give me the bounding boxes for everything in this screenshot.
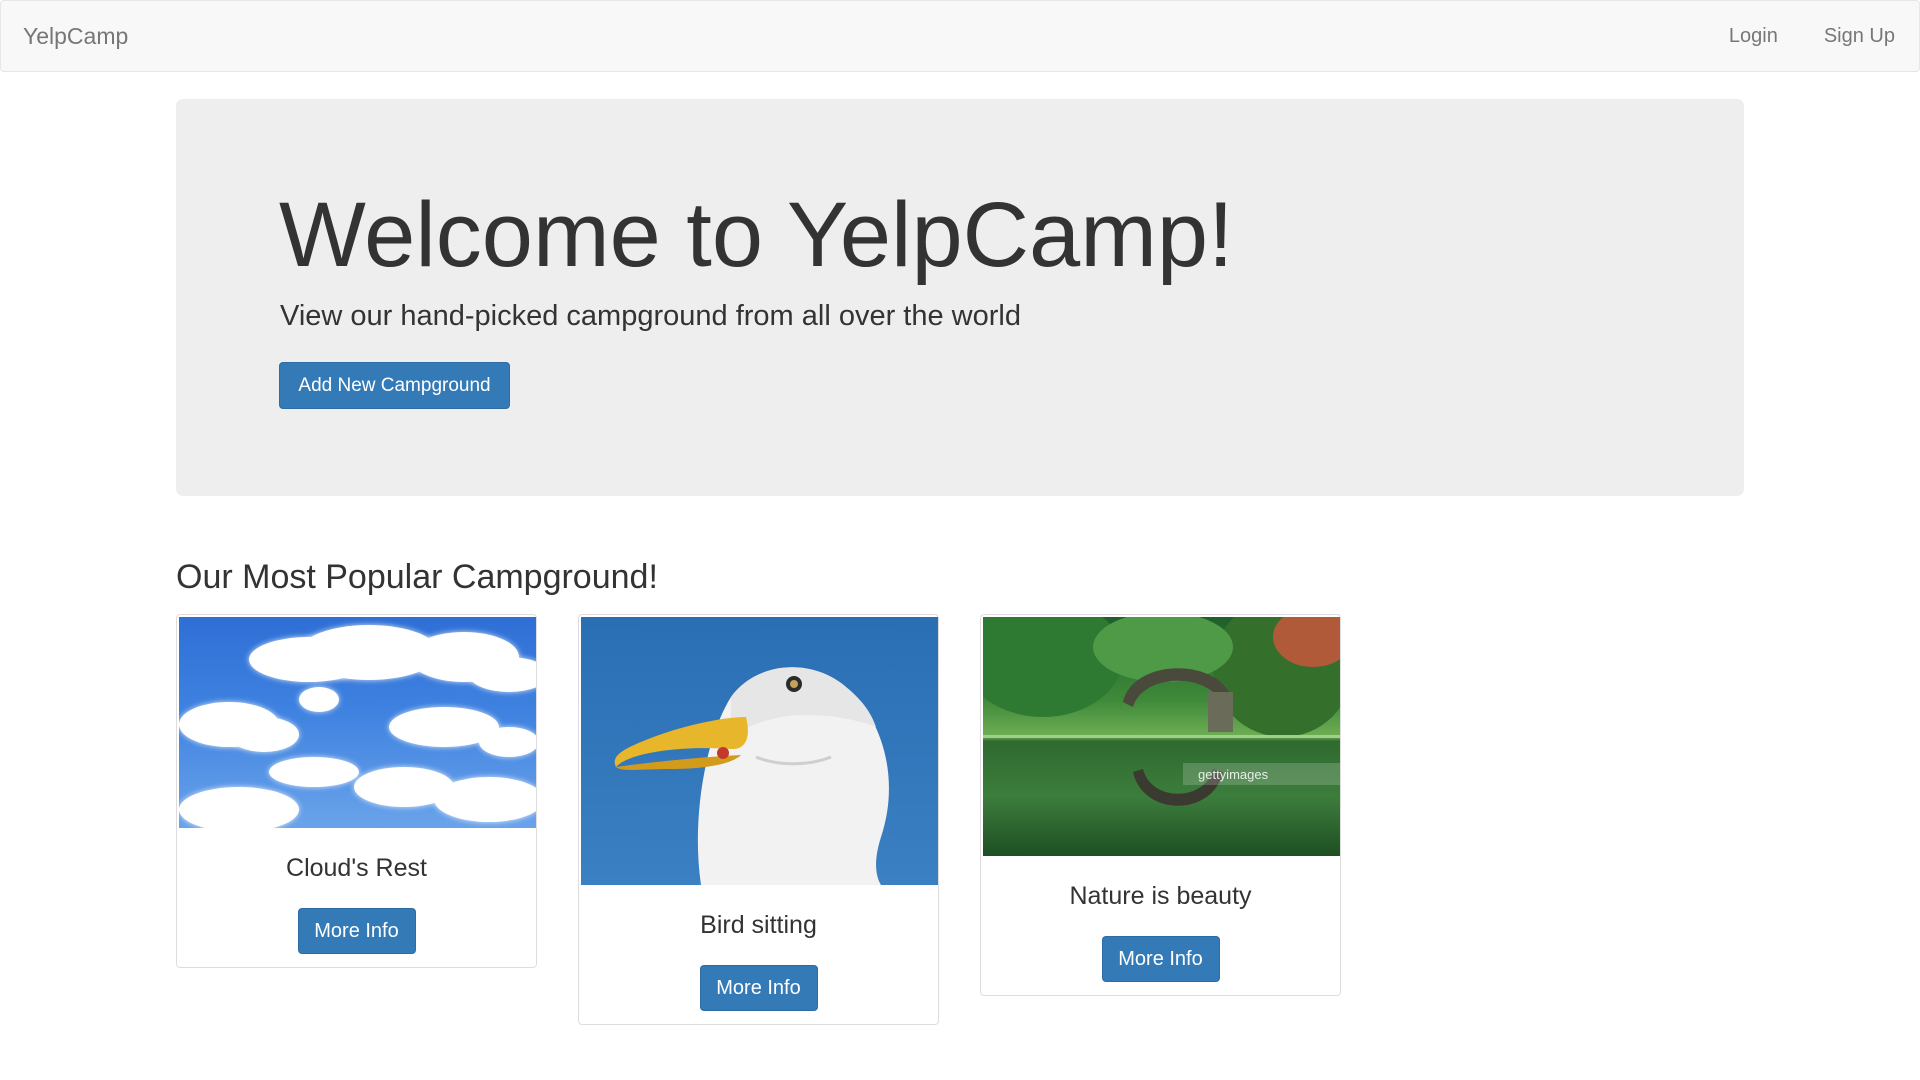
campground-image <box>179 617 536 828</box>
campground-card: Bird sitting More Info <box>578 614 939 1025</box>
signup-link[interactable]: Sign Up <box>1824 1 1895 71</box>
watermark-text: gettyimages <box>1198 767 1269 782</box>
campground-card: Cloud's Rest More Info <box>176 614 537 968</box>
more-info-button[interactable]: More Info <box>699 965 818 1011</box>
campground-image <box>581 617 938 885</box>
more-info-button[interactable]: More Info <box>1101 936 1220 982</box>
campground-name: Bird sitting <box>700 911 817 939</box>
more-info-button[interactable]: More Info <box>297 908 416 954</box>
page-subtitle: View our hand-picked campground from all… <box>280 300 1021 332</box>
add-campground-button[interactable]: Add New Campground <box>279 362 510 409</box>
campground-image: gettyimages <box>983 617 1340 856</box>
navbar: YelpCamp Login Sign Up <box>0 0 1920 72</box>
bridge-illustration <box>983 617 1340 806</box>
campground-card: gettyimages Nature is beauty More Info <box>980 614 1341 996</box>
jumbotron: Welcome to YelpCamp! View our hand-picke… <box>176 99 1744 496</box>
campground-name: Nature is beauty <box>1069 882 1252 910</box>
seagull-illustration <box>614 667 889 885</box>
section-title: Our Most Popular Campground! <box>176 558 658 596</box>
brand-link[interactable]: YelpCamp <box>23 1 128 71</box>
nav-right: Login Sign Up <box>1683 1 1895 71</box>
campground-name: Cloud's Rest <box>286 854 427 882</box>
login-link[interactable]: Login <box>1729 1 1778 71</box>
page-title: Welcome to YelpCamp! <box>279 184 1234 286</box>
